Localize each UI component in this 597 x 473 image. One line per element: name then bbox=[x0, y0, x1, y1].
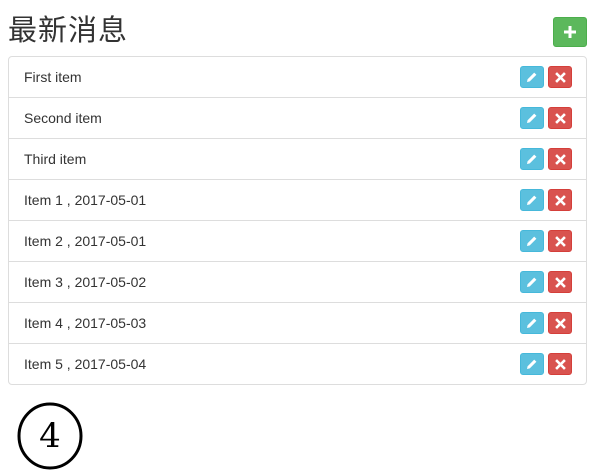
delete-button[interactable] bbox=[548, 312, 572, 334]
edit-button[interactable] bbox=[520, 312, 544, 334]
list-item: Item 3 , 2017-05-02 bbox=[9, 261, 586, 302]
edit-button[interactable] bbox=[520, 189, 544, 211]
news-list: First item Second item Third item Item 1… bbox=[8, 56, 587, 385]
remove-icon bbox=[554, 276, 566, 288]
page-number: 4 bbox=[39, 416, 61, 456]
list-item-label: Item 4 , 2017-05-03 bbox=[24, 315, 147, 331]
delete-button[interactable] bbox=[548, 189, 572, 211]
list-item: Item 1 , 2017-05-01 bbox=[9, 179, 586, 220]
list-item-actions bbox=[520, 230, 572, 252]
edit-button[interactable] bbox=[520, 353, 544, 375]
edit-button[interactable] bbox=[520, 66, 544, 88]
delete-button[interactable] bbox=[548, 107, 572, 129]
edit-button[interactable] bbox=[520, 148, 544, 170]
add-item-button[interactable] bbox=[553, 17, 587, 47]
pencil-icon bbox=[527, 359, 537, 369]
delete-button[interactable] bbox=[548, 353, 572, 375]
list-item-actions bbox=[520, 353, 572, 375]
pencil-icon bbox=[527, 113, 537, 123]
list-item-actions bbox=[520, 148, 572, 170]
list-item: Item 2 , 2017-05-01 bbox=[9, 220, 586, 261]
page-title: 最新消息 bbox=[8, 13, 129, 47]
page-indicator: 4 bbox=[17, 402, 83, 470]
delete-button[interactable] bbox=[548, 148, 572, 170]
list-item-actions bbox=[520, 66, 572, 88]
list-item-actions bbox=[520, 312, 572, 334]
pencil-icon bbox=[527, 195, 537, 205]
pencil-icon bbox=[527, 236, 537, 246]
remove-icon bbox=[554, 194, 566, 206]
list-item-actions bbox=[520, 271, 572, 293]
pencil-icon bbox=[527, 318, 537, 328]
list-item-actions bbox=[520, 107, 572, 129]
remove-icon bbox=[554, 71, 566, 83]
list-item: Item 5 , 2017-05-04 bbox=[9, 343, 586, 384]
list-item-actions bbox=[520, 189, 572, 211]
list-item: Second item bbox=[9, 97, 586, 138]
remove-icon bbox=[554, 358, 566, 370]
pencil-icon bbox=[527, 154, 537, 164]
list-item-label: Item 2 , 2017-05-01 bbox=[24, 233, 147, 249]
remove-icon bbox=[554, 317, 566, 329]
remove-icon bbox=[554, 112, 566, 124]
edit-button[interactable] bbox=[520, 107, 544, 129]
delete-button[interactable] bbox=[548, 66, 572, 88]
list-item-label: Third item bbox=[24, 151, 87, 167]
plus-icon bbox=[564, 26, 576, 38]
list-item-label: First item bbox=[24, 69, 82, 85]
remove-icon bbox=[554, 235, 566, 247]
list-item-label: Item 1 , 2017-05-01 bbox=[24, 192, 147, 208]
edit-button[interactable] bbox=[520, 271, 544, 293]
list-item-label: Item 3 , 2017-05-02 bbox=[24, 274, 147, 290]
delete-button[interactable] bbox=[548, 271, 572, 293]
list-item-label: Second item bbox=[24, 110, 102, 126]
edit-button[interactable] bbox=[520, 230, 544, 252]
list-item: First item bbox=[9, 57, 586, 97]
delete-button[interactable] bbox=[548, 230, 572, 252]
list-item: Item 4 , 2017-05-03 bbox=[9, 302, 586, 343]
remove-icon bbox=[554, 153, 566, 165]
pencil-icon bbox=[527, 277, 537, 287]
pencil-icon bbox=[527, 72, 537, 82]
list-item: Third item bbox=[9, 138, 586, 179]
list-item-label: Item 5 , 2017-05-04 bbox=[24, 356, 147, 372]
